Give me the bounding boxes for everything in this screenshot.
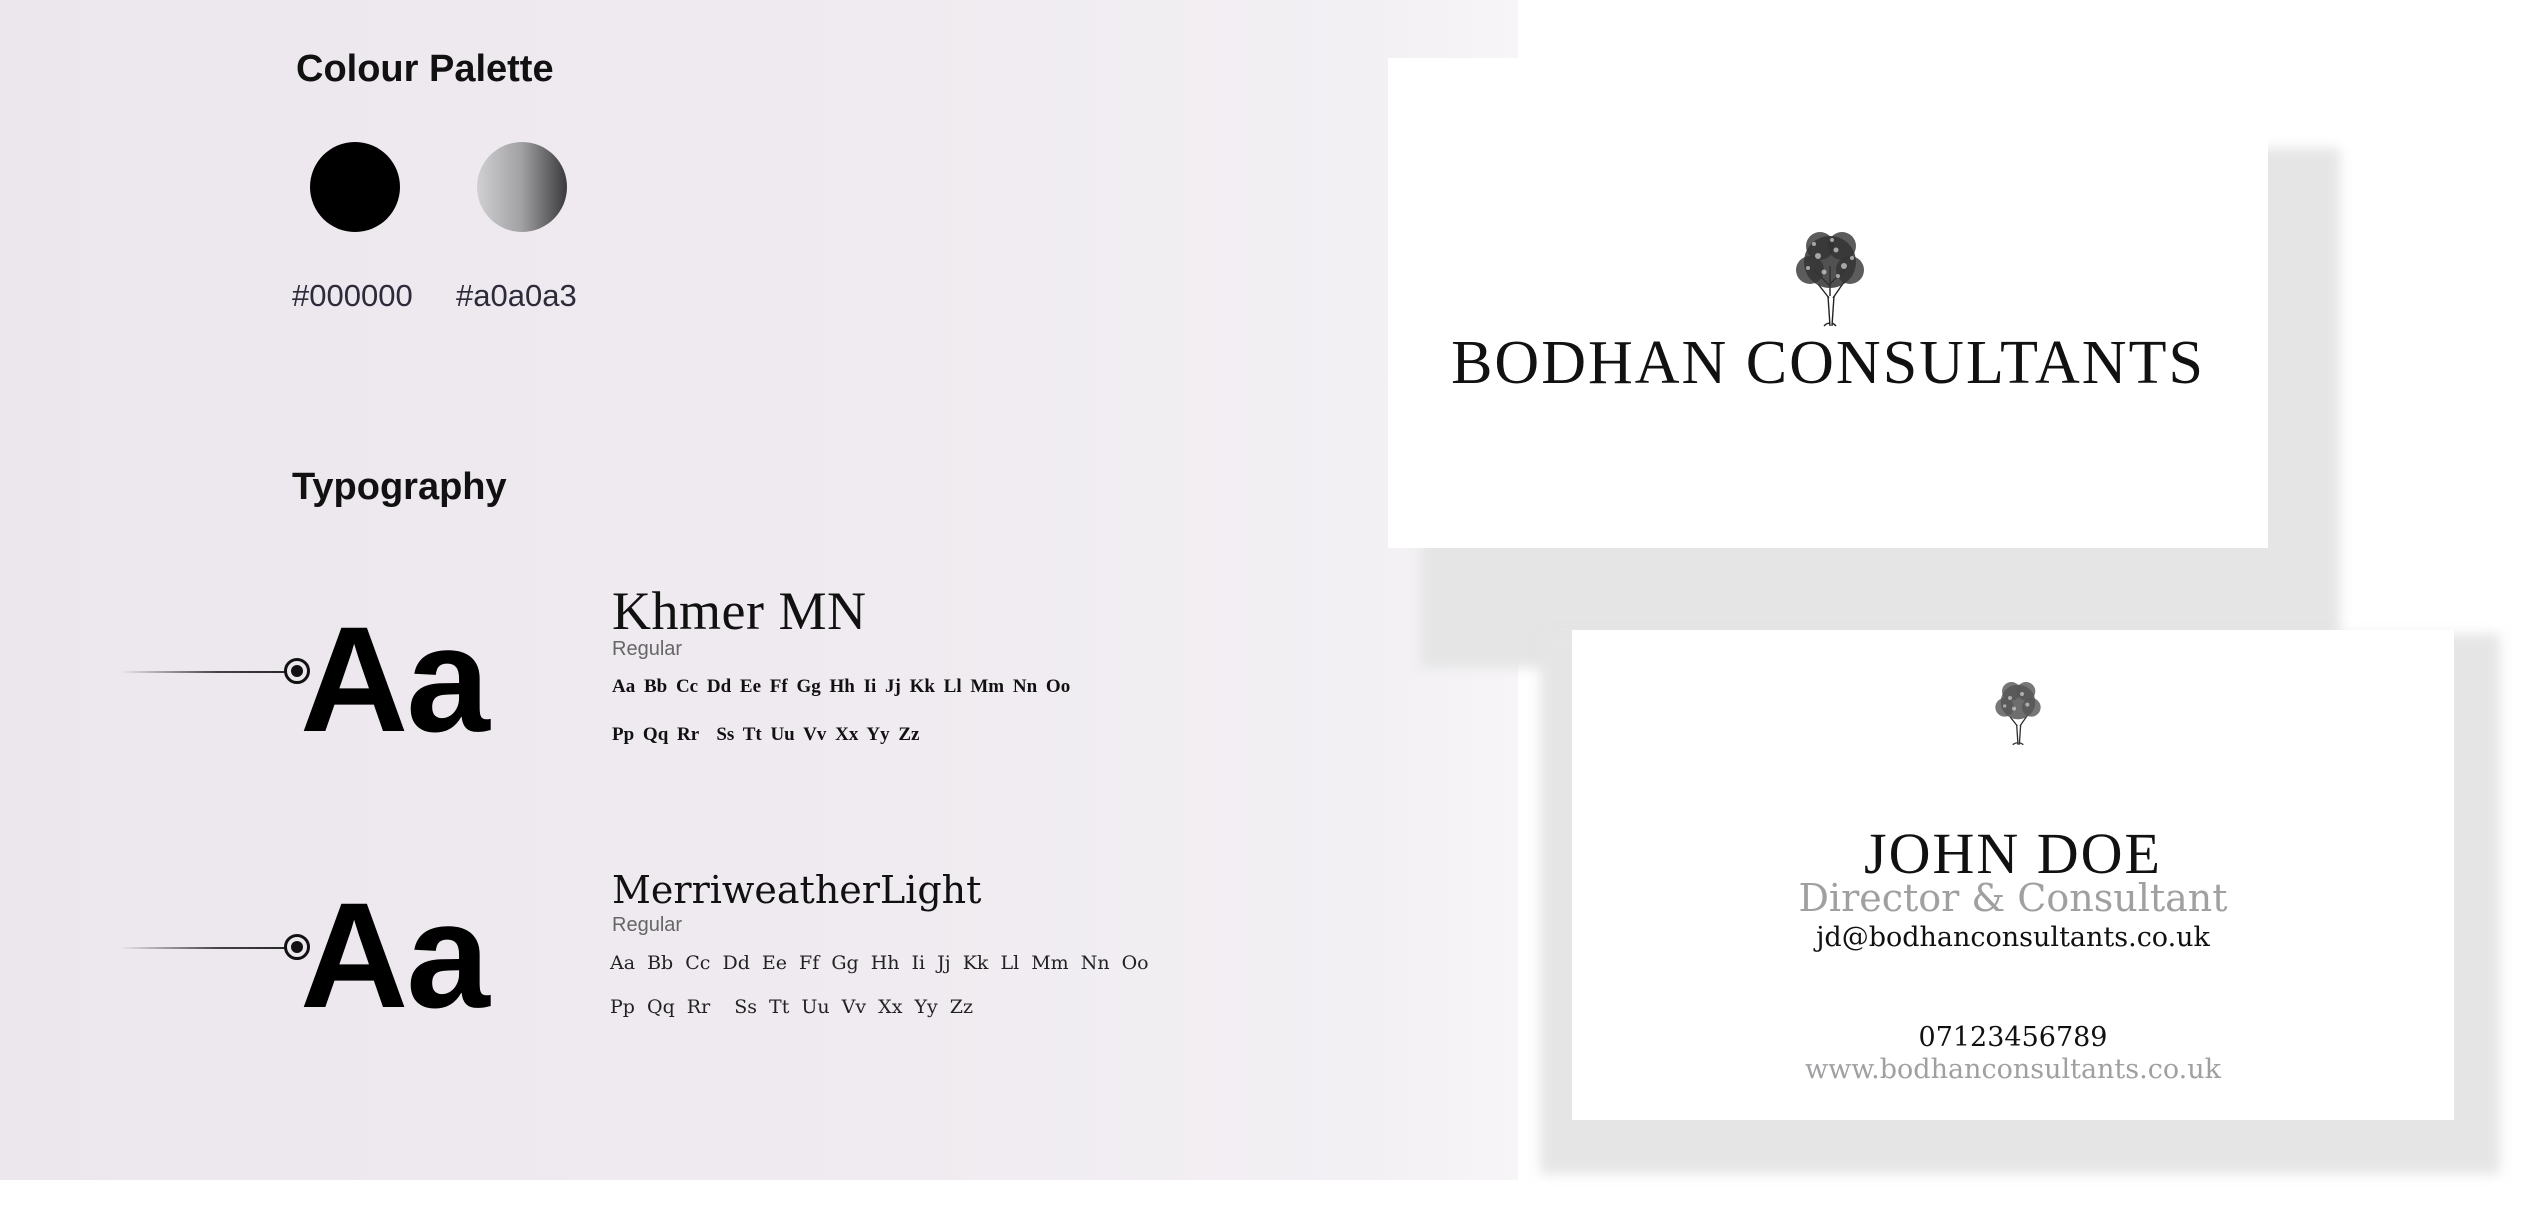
font-sample-aa: Aa xyxy=(300,871,490,1039)
person-website: www.bodhanconsultants.co.uk xyxy=(1805,1054,2221,1085)
glyph-row: Pp Qq Rr Ss Tt Uu Vv Xx Yy Zz xyxy=(610,996,973,1018)
connector-line xyxy=(120,947,298,949)
typography-heading: Typography xyxy=(292,466,507,508)
color-hex-label: #000000 xyxy=(292,278,413,313)
font-name: MerriweatherLight xyxy=(612,868,982,912)
business-card-back: JOHN DOE Director & Consultant jd@bodhan… xyxy=(1572,630,2454,1120)
connector-line xyxy=(120,671,298,673)
font-name: Khmer MN xyxy=(612,581,867,641)
tree-icon xyxy=(1995,682,2041,746)
brand-guide-panel: Colour Palette #000000 #a0a0a3 Typograph… xyxy=(0,0,1518,1180)
tree-icon xyxy=(1796,232,1864,327)
glyph-row: Pp Qq Rr Ss Tt Uu Vv Xx Yy Zz xyxy=(612,724,920,745)
colour-palette-heading: Colour Palette xyxy=(296,48,554,90)
person-phone: 07123456789 xyxy=(1918,1022,2108,1053)
color-swatch-grey xyxy=(477,142,567,232)
font-style: Regular xyxy=(612,914,683,936)
color-hex-label: #a0a0a3 xyxy=(456,278,577,313)
person-role: Director & Consultant xyxy=(1798,876,2228,920)
business-card-front: BODHAN CONSULTANTS xyxy=(1388,58,2268,548)
glyph-row: Aa Bb Cc Dd Ee Ff Gg Hh Ii Jj Kk Ll Mm N… xyxy=(610,952,1149,974)
glyph-row: Aa Bb Cc Dd Ee Ff Gg Hh Ii Jj Kk Ll Mm N… xyxy=(612,676,1071,697)
company-name: BODHAN CONSULTANTS xyxy=(1451,329,2205,397)
person-email: jd@bodhanconsultants.co.uk xyxy=(1816,922,2210,953)
font-style: Regular xyxy=(612,638,683,660)
color-swatch-black xyxy=(310,142,400,232)
font-sample-aa: Aa xyxy=(300,595,490,763)
